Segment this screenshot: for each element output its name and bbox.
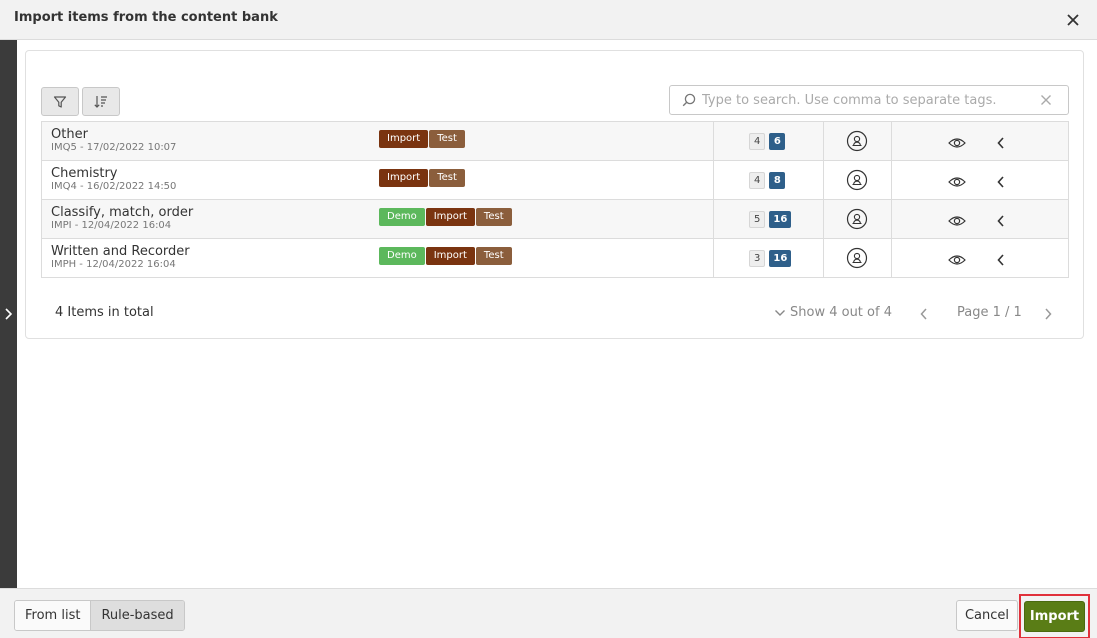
item-tags: Demo Import Test	[379, 247, 512, 265]
tag-import[interactable]: Import	[379, 130, 429, 148]
item-counts: 4 8	[749, 172, 786, 189]
chevron-left-icon[interactable]	[996, 214, 1006, 228]
count-badge-light: 4	[749, 133, 766, 150]
column-divider	[891, 122, 892, 160]
table-row[interactable]: Written and Recorder IMPH - 12/04/2022 1…	[41, 239, 1069, 278]
count-badge-light: 4	[749, 172, 766, 189]
item-name: Classify, match, order	[51, 205, 194, 220]
clear-search-icon[interactable]	[1040, 94, 1052, 106]
item-counts: 5 16	[749, 211, 792, 228]
user-icon[interactable]	[846, 130, 868, 152]
user-icon[interactable]	[846, 247, 868, 269]
chevron-right-icon	[5, 308, 13, 320]
column-divider	[713, 161, 714, 199]
tag-test[interactable]: Test	[429, 130, 465, 148]
sort-icon	[94, 95, 107, 108]
close-icon[interactable]	[1064, 11, 1082, 29]
column-divider	[823, 161, 824, 199]
dialog-title: Import items from the content bank	[14, 10, 278, 25]
search-box	[669, 85, 1069, 115]
count-badge-dark: 6	[769, 133, 786, 150]
tag-test[interactable]: Test	[429, 169, 465, 187]
dialog-header: Import items from the content bank	[0, 0, 1097, 40]
next-page-icon[interactable]	[1043, 307, 1053, 321]
eye-icon[interactable]	[948, 215, 966, 227]
column-divider	[713, 122, 714, 160]
item-tags: Import Test	[379, 169, 465, 187]
item-name-cell: Chemistry IMQ4 - 16/02/2022 14:50	[51, 166, 176, 193]
mode-toggle: From list Rule-based	[14, 600, 185, 631]
import-button[interactable]: Import	[1024, 601, 1085, 632]
chevron-left-icon[interactable]	[996, 253, 1006, 267]
item-name-cell: Written and Recorder IMPH - 12/04/2022 1…	[51, 244, 190, 271]
item-tags: Import Test	[379, 130, 465, 148]
eye-icon[interactable]	[948, 176, 966, 188]
column-divider	[823, 239, 824, 277]
chevron-left-icon[interactable]	[996, 136, 1006, 150]
item-name: Chemistry	[51, 166, 118, 181]
table-row[interactable]: Classify, match, order IMPI - 12/04/2022…	[41, 200, 1069, 239]
side-panel-toggle[interactable]	[0, 40, 17, 588]
user-icon[interactable]	[846, 169, 868, 191]
tag-test[interactable]: Test	[475, 208, 512, 226]
tag-demo[interactable]: Demo	[379, 208, 425, 226]
item-name-cell: Classify, match, order IMPI - 12/04/2022…	[51, 205, 193, 232]
previous-page-icon[interactable]	[919, 307, 929, 321]
items-table: Other IMQ5 - 17/02/2022 10:07 Import Tes…	[41, 121, 1069, 278]
sort-button[interactable]	[82, 87, 120, 116]
count-badge-dark: 16	[769, 211, 792, 228]
page-size-select[interactable]: Show 4 out of 4	[774, 305, 892, 320]
column-divider	[891, 161, 892, 199]
item-counts: 3 16	[749, 250, 792, 267]
item-name-cell: Other IMQ5 - 17/02/2022 10:07	[51, 127, 176, 154]
tag-demo[interactable]: Demo	[379, 247, 425, 265]
count-badge-light: 3	[749, 250, 766, 267]
eye-icon[interactable]	[948, 137, 966, 149]
tag-import[interactable]: Import	[425, 247, 475, 265]
table-row[interactable]: Other IMQ5 - 17/02/2022 10:07 Import Tes…	[41, 122, 1069, 161]
chevron-left-icon[interactable]	[996, 175, 1006, 189]
item-tags: Demo Import Test	[379, 208, 512, 226]
column-divider	[823, 122, 824, 160]
chevron-down-icon	[775, 309, 785, 316]
item-name: Other	[51, 127, 88, 142]
tag-test[interactable]: Test	[475, 247, 512, 265]
column-divider	[891, 200, 892, 238]
item-meta: IMQ4 - 16/02/2022 14:50	[51, 181, 177, 192]
dialog-footer: From list Rule-based Cancel Import	[0, 588, 1097, 638]
import-button-highlight: Import	[1019, 594, 1090, 638]
rule-based-button[interactable]: Rule-based	[90, 601, 184, 630]
column-divider	[823, 200, 824, 238]
item-meta: IMPH - 12/04/2022 16:04	[51, 259, 176, 270]
page-indicator: Page 1 / 1	[957, 305, 1022, 320]
search-input[interactable]	[702, 90, 1032, 110]
eye-icon[interactable]	[948, 254, 966, 266]
items-total: 4 Items in total	[55, 305, 154, 320]
item-counts: 4 6	[749, 133, 786, 150]
column-divider	[891, 239, 892, 277]
column-divider	[713, 200, 714, 238]
count-badge-dark: 8	[769, 172, 786, 189]
count-badge-light: 5	[749, 211, 766, 228]
column-divider	[713, 239, 714, 277]
tag-import[interactable]: Import	[425, 208, 475, 226]
from-list-button[interactable]: From list	[15, 601, 91, 630]
filter-icon	[53, 95, 67, 108]
tag-import[interactable]: Import	[379, 169, 429, 187]
table-row[interactable]: Chemistry IMQ4 - 16/02/2022 14:50 Import…	[41, 161, 1069, 200]
filter-button[interactable]	[41, 87, 79, 116]
items-panel: Other IMQ5 - 17/02/2022 10:07 Import Tes…	[25, 50, 1084, 339]
item-meta: IMPI - 12/04/2022 16:04	[51, 220, 172, 231]
user-icon[interactable]	[846, 208, 868, 230]
page-size-label: Show 4 out of 4	[790, 305, 892, 320]
item-name: Written and Recorder	[51, 244, 190, 259]
cancel-button[interactable]: Cancel	[956, 600, 1018, 631]
item-meta: IMQ5 - 17/02/2022 10:07	[51, 142, 177, 153]
count-badge-dark: 16	[769, 250, 792, 267]
search-icon	[682, 93, 696, 107]
